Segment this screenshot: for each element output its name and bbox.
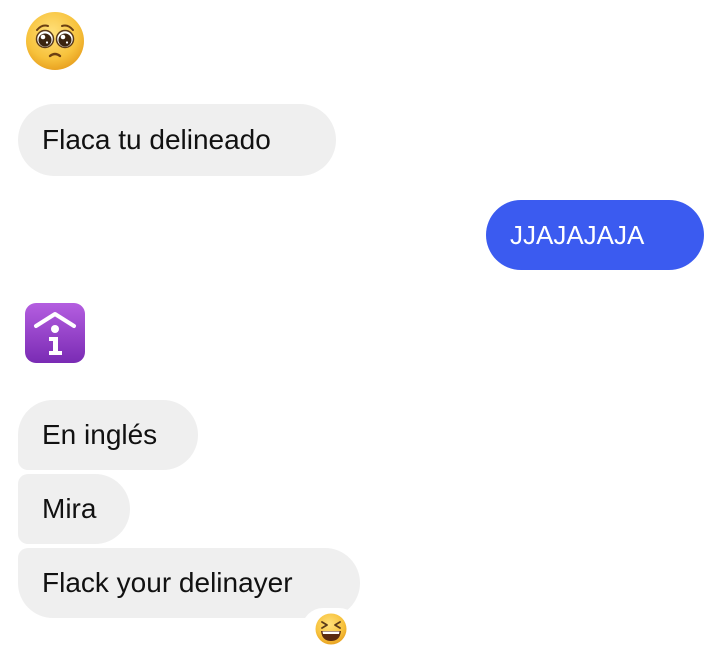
- message-bubble-incoming[interactable]: Flaca tu delineado: [18, 104, 336, 176]
- pleading-face-icon: [26, 12, 84, 70]
- message-bubble-incoming[interactable]: En inglés: [18, 400, 198, 470]
- message-bubble-incoming[interactable]: Mira: [18, 474, 130, 544]
- message-text: Flack your delinayer: [42, 567, 293, 598]
- information-emoji[interactable]: [24, 302, 86, 364]
- grinning-squinting-face-icon: [315, 613, 347, 645]
- information-icon: [25, 303, 85, 363]
- message-text: Mira: [42, 493, 97, 524]
- message-bubble-incoming[interactable]: Flack your delinayer: [18, 548, 360, 618]
- message-text: JJAJAJAJA: [510, 220, 645, 250]
- pleading-face-emoji[interactable]: [24, 10, 86, 72]
- message-bubble-outgoing[interactable]: JJAJAJAJA: [486, 200, 704, 270]
- message-reaction[interactable]: [302, 608, 360, 650]
- message-text: Flaca tu delineado: [42, 124, 271, 155]
- message-text: En inglés: [42, 419, 158, 450]
- message-thread: Flaca tu delineado JJAJAJAJA En inglés M…: [0, 0, 720, 659]
